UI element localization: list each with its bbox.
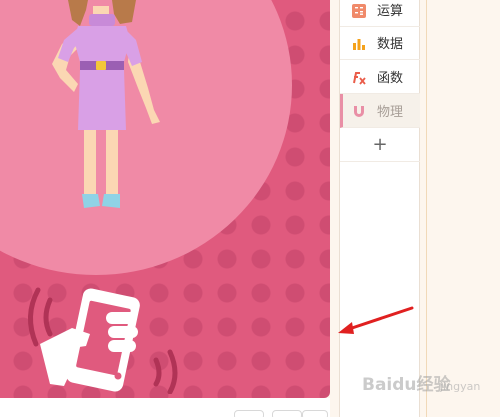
category-label: 运算 [377,4,404,19]
bar-chart-icon [352,36,366,50]
divider-line [426,0,427,417]
category-data[interactable]: 数据 [340,26,420,60]
hand-phone-icon [28,287,178,394]
category-function[interactable]: 函数 [340,60,420,94]
layout-button[interactable] [272,410,302,417]
calculator-icon [352,3,366,18]
watermark-sub: jingyan [440,380,481,393]
baidu-watermark: Baidu经验 [362,370,451,395]
properties-area [421,0,500,417]
add-category-button[interactable]: + [340,128,420,162]
category-physics[interactable]: 物理 [340,94,420,128]
category-label: 数据 [377,37,404,52]
grid-button[interactable] [302,410,328,417]
function-icon [352,70,366,85]
magnet-icon [352,104,366,118]
canvas-gutter [330,0,339,417]
category-label: 函数 [377,71,404,86]
watermark-brand: Baidu [362,375,417,395]
category-label: 物理 [377,105,404,120]
lock-button[interactable] [234,410,264,417]
girl-illustration [52,0,160,208]
category-calculation[interactable]: 运算 [340,0,420,27]
tool-category-panel: 运算 数据 函数 物理 + [339,0,420,417]
slide-canvas[interactable] [0,0,330,398]
annotation-arrow [338,306,414,334]
